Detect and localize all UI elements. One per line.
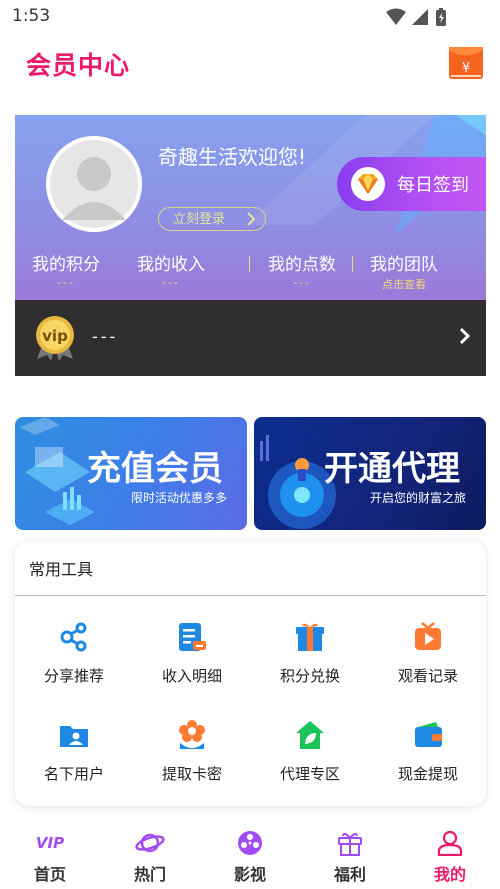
tool-label: 分享推荐 [43,667,104,685]
recharge-banner[interactable]: 充值会员 限时活动优惠多多 [15,417,247,530]
film-reel-icon [238,831,262,855]
svg-text:vip: vip [42,327,68,345]
vip-badge-icon: vip [33,315,77,367]
play-history-icon [415,622,441,650]
wifi-icon [386,8,406,25]
tab-label: 我的 [433,865,466,884]
tool-income-detail[interactable]: 收入明细 [133,621,251,686]
tab-label: 首页 [33,865,66,884]
stat-value: 点击查看 [382,278,426,291]
vip-bar[interactable]: vip --- [15,300,486,376]
stat-label: 我的点数 [268,255,336,275]
planet-icon [135,833,165,853]
tool-label: 代理专区 [279,765,340,783]
banner-title: 充值会员 [87,449,223,489]
tab-mine[interactable]: 我的 [400,830,500,885]
chevron-right-icon [458,326,472,350]
stat-income[interactable]: 我的收入 --- [121,250,221,289]
agent-banner[interactable]: 开通代理 开启您的财富之旅 [254,417,486,530]
tool-label: 现金提现 [397,765,458,783]
tool-cash-withdraw[interactable]: 现金提现 [369,719,487,784]
banner-subtitle: 限时活动优惠多多 [131,491,228,505]
vip-home-icon: VIP [36,834,64,852]
vip-value: --- [92,327,119,346]
user-folder-icon [60,726,88,747]
welcome-text: 奇趣生活欢迎您! [158,145,307,169]
status-time: 1:53 [12,6,51,26]
tool-my-users[interactable]: 名下用户 [15,719,133,784]
login-label: 立刻登录 [173,212,226,227]
stat-points[interactable]: 我的积分 --- [16,250,116,289]
svg-text:VIP: VIP [36,834,64,852]
tool-label: 收入明细 [161,667,222,685]
gift-icon [338,832,362,856]
stat-label: 我的积分 [32,255,100,275]
flower-card-icon [179,720,205,749]
gift-box-icon [296,623,324,651]
red-envelope-icon[interactable]: ¥ [449,47,483,79]
stat-value: --- [162,276,180,289]
tool-label: 名下用户 [43,765,104,783]
tab-label: 热门 [133,865,166,884]
stat-credits[interactable]: 我的点数 --- [252,250,352,289]
battery-icon [436,8,446,26]
divider [15,595,486,596]
income-detail-icon [179,623,206,651]
banner-title: 开通代理 [324,449,460,489]
tool-share[interactable]: 分享推荐 [15,621,133,686]
tab-home[interactable]: VIP 首页 [0,830,100,885]
bottom-tab-bar: VIP 首页 热门 影视 福利 我的 [0,818,500,889]
stats-row: 我的积分 --- 我的收入 --- 我的点数 --- 我的团队 点击查看 [15,250,486,292]
status-bar: 1:53 [0,0,500,34]
stat-divider [352,256,353,272]
tool-points-exchange[interactable]: 积分兑换 [251,621,369,686]
stat-divider [249,256,250,272]
profile-card: 奇趣生活欢迎您! 立刻登录 每日签到 我的积分 --- 我的收入 --- 我的点… [15,115,486,301]
tab-video[interactable]: 影视 [200,830,300,885]
tool-agent-zone[interactable]: 代理专区 [251,719,369,784]
stat-label: 我的收入 [137,255,205,275]
tool-label: 观看记录 [397,667,458,685]
share-icon [60,622,87,652]
wallet-icon [415,722,442,747]
signal-icon [412,9,428,25]
tool-extract-card[interactable]: 提取卡密 [133,719,251,784]
login-button[interactable]: 立刻登录 [158,207,266,231]
tab-welfare[interactable]: 福利 [300,830,400,885]
stat-value: --- [57,276,75,289]
stat-value: --- [293,276,311,289]
tab-label: 影视 [233,865,266,884]
user-icon [437,830,463,856]
status-icons [384,6,464,32]
checkin-label: 每日签到 [397,175,469,196]
stat-label: 我的团队 [370,255,438,275]
tool-watch-history[interactable]: 观看记录 [369,621,487,686]
tools-title: 常用工具 [29,560,94,579]
tool-label: 提取卡密 [161,765,222,783]
diamond-icon [351,167,385,201]
tab-hot[interactable]: 热门 [100,830,200,885]
banner-subtitle: 开启您的财富之旅 [370,491,467,505]
tool-label: 积分兑换 [279,667,340,685]
tools-card: 常用工具 分享推荐 收入明细 积分兑换 观看记录 名下用户 提取卡密 代理专区 … [15,541,486,806]
avatar[interactable] [46,136,142,232]
agent-home-icon [296,721,324,749]
svg-text:¥: ¥ [462,61,470,76]
stat-team[interactable]: 我的团队 点击查看 [354,250,454,292]
daily-checkin-button[interactable]: 每日签到 [337,157,486,211]
chevron-right-icon [245,211,257,236]
tab-label: 福利 [333,865,366,884]
page-title: 会员中心 [26,51,131,80]
